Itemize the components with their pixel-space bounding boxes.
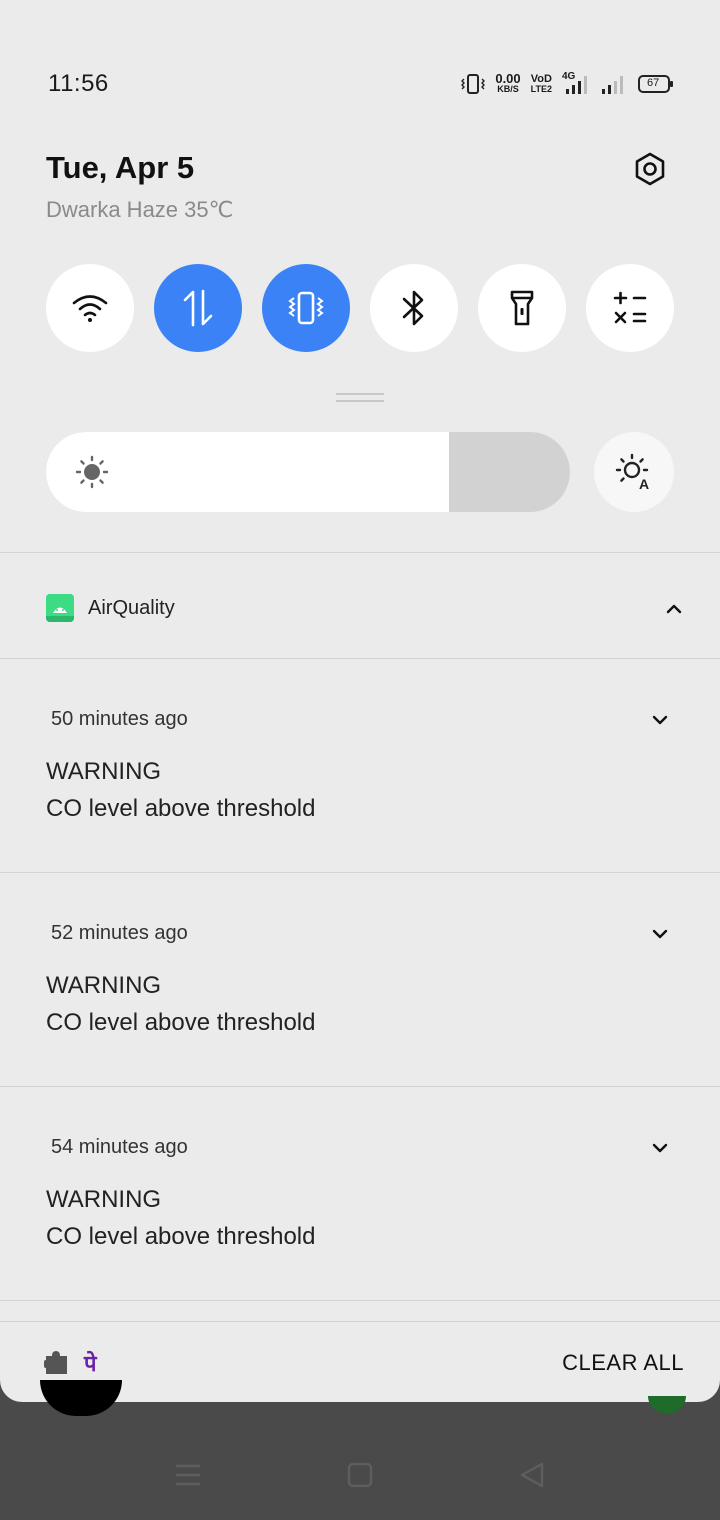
collapse-button[interactable]	[656, 595, 692, 623]
chevron-down-icon	[652, 1143, 668, 1153]
wifi-icon	[72, 295, 108, 322]
data-arrows-icon	[183, 289, 213, 327]
drag-handle[interactable]	[336, 393, 384, 402]
gear-icon	[635, 152, 665, 186]
puzzle-icon[interactable]	[44, 1348, 70, 1376]
notification-shade: 11:56 0.00 KB/S VoD LTE2 4G 67 Tue, Apr …	[0, 0, 720, 1402]
chevron-down-icon	[652, 929, 668, 939]
expand-button[interactable]	[642, 1134, 678, 1162]
notification-item[interactable]: 50 minutes ago WARNING CO level above th…	[0, 658, 720, 872]
navigation-bar	[0, 1430, 720, 1520]
vibrate-status-icon	[461, 73, 486, 95]
net-speed: 0.00 KB/S	[495, 71, 521, 94]
notification-time: 50 minutes ago	[51, 708, 188, 730]
status-bar: 11:56 0.00 KB/S VoD LTE2 4G 67	[0, 60, 720, 108]
status-clock: 11:56	[48, 70, 109, 97]
volte-top: VoD	[530, 73, 552, 85]
chevron-down-icon	[652, 715, 668, 725]
toggle-calculator[interactable]	[586, 264, 674, 352]
auto-brightness-icon: A	[615, 453, 649, 492]
notification-group-header[interactable]: AirQuality	[0, 553, 720, 658]
phonepe-icon[interactable]: पे	[84, 1348, 97, 1378]
back-button[interactable]	[512, 1460, 552, 1490]
brightness-slider[interactable]	[46, 432, 570, 512]
home-square-icon	[347, 1463, 373, 1487]
background-app-element	[648, 1396, 686, 1413]
app-name: AirQuality	[88, 597, 175, 619]
menu-icon	[176, 1464, 200, 1486]
bluetooth-icon	[402, 290, 424, 326]
volte-bottom: LTE2	[530, 84, 552, 94]
expand-button[interactable]	[642, 920, 678, 948]
toggle-vibrate[interactable]	[262, 264, 350, 352]
home-button[interactable]	[340, 1460, 380, 1490]
status-icons: 0.00 KB/S VoD LTE2 4G 67	[461, 70, 674, 98]
toggle-flashlight[interactable]	[478, 264, 566, 352]
svg-text:A: A	[639, 476, 649, 492]
background-app-element	[40, 1380, 122, 1416]
notification-item[interactable]: 54 minutes ago WARNING CO level above th…	[0, 1086, 720, 1300]
notification-title: WARNING	[46, 972, 162, 999]
notification-body: CO level above threshold	[46, 1223, 316, 1250]
notification-title: WARNING	[46, 1186, 162, 1213]
settings-button[interactable]	[624, 143, 676, 195]
expand-button[interactable]	[642, 706, 678, 734]
quick-toggles	[46, 264, 674, 352]
battery-icon: 67	[638, 74, 674, 94]
chevron-up-icon	[666, 604, 682, 614]
notification-time: 52 minutes ago	[51, 922, 188, 944]
android-app-icon	[46, 594, 74, 622]
clear-all-button[interactable]: CLEAR ALL	[562, 1350, 684, 1376]
notification-body: CO level above threshold	[46, 1009, 316, 1036]
toggle-wifi[interactable]	[46, 264, 134, 352]
recents-button[interactable]	[168, 1460, 208, 1490]
notification-body: CO level above threshold	[46, 795, 316, 822]
battery-level: 67	[647, 77, 660, 89]
net-speed-value: 0.00	[495, 71, 521, 86]
back-triangle-icon	[520, 1462, 544, 1488]
signal-icon	[600, 73, 628, 95]
notification-item[interactable]: 52 minutes ago WARNING CO level above th…	[0, 872, 720, 1086]
notification-time: 54 minutes ago	[51, 1136, 188, 1158]
toggle-mobile-data[interactable]	[154, 264, 242, 352]
auto-brightness-button[interactable]: A	[594, 432, 674, 512]
volte-indicator: VoD LTE2	[530, 73, 552, 95]
sun-icon	[75, 455, 109, 489]
signal-4g-icon: 4G	[562, 71, 590, 95]
vibrate-icon	[288, 291, 324, 325]
divider	[0, 1300, 720, 1301]
date-label[interactable]: Tue, Apr 5	[46, 150, 194, 186]
toggle-bluetooth[interactable]	[370, 264, 458, 352]
flashlight-icon	[510, 290, 534, 326]
network-type: 4G	[562, 71, 576, 82]
calculator-icon	[613, 291, 647, 324]
notification-title: WARNING	[46, 758, 162, 785]
weather-label[interactable]: Dwarka Haze 35℃	[46, 197, 233, 223]
net-speed-unit: KB/S	[497, 84, 519, 94]
